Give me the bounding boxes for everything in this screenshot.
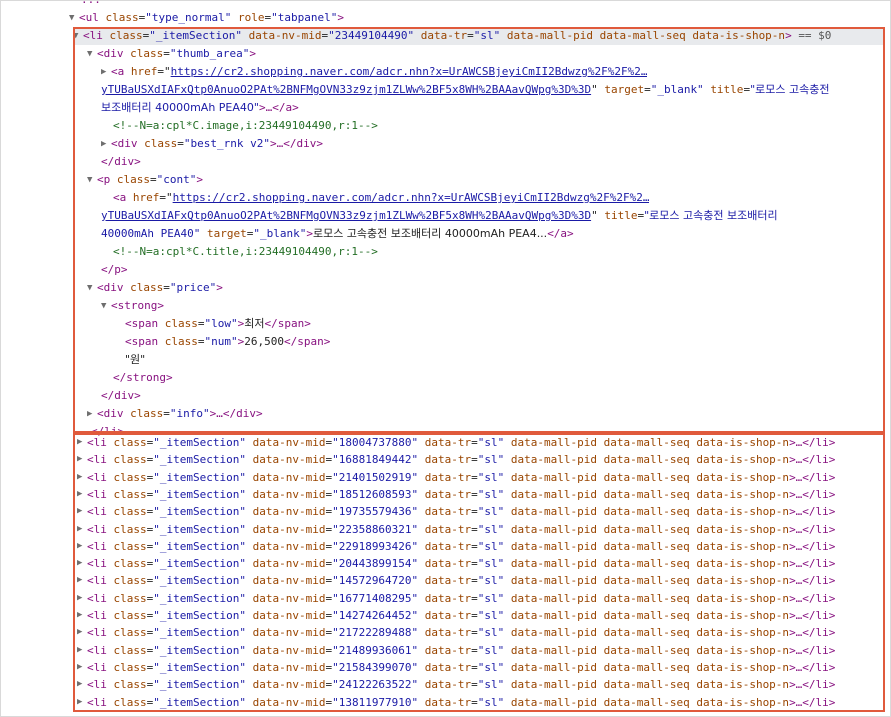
expand-triangle-icon[interactable]: ▼ — [69, 9, 79, 27]
devtools-elements-panel: ... ▼<ul class="type_normal" role="tabpa… — [0, 0, 891, 717]
selected-item-outline — [73, 27, 885, 433]
other-items-outline — [73, 433, 885, 712]
ul-node[interactable]: ▼ <ul class="type_normal" role="tabpanel"… — [69, 9, 344, 27]
clipped-line: ... — [81, 0, 101, 9]
